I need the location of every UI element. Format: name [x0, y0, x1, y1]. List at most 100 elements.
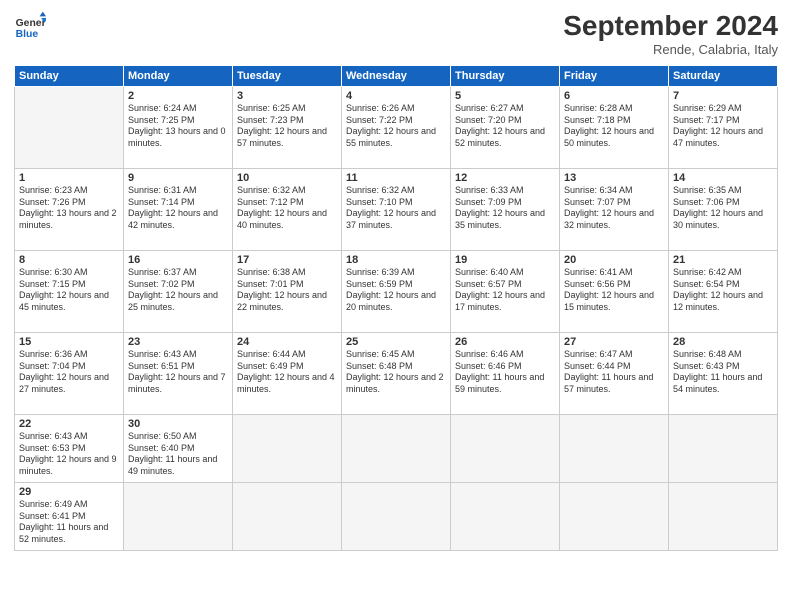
calendar-cell: 7 Sunrise: 6:29 AM Sunset: 7:17 PM Dayli… [669, 87, 778, 169]
day-info: Sunrise: 6:38 AM Sunset: 7:01 PM Dayligh… [237, 267, 337, 314]
calendar-table: Sunday Monday Tuesday Wednesday Thursday… [14, 65, 778, 551]
day-info: Sunrise: 6:32 AM Sunset: 7:10 PM Dayligh… [346, 185, 446, 232]
day-info: Sunrise: 6:36 AM Sunset: 7:04 PM Dayligh… [19, 349, 119, 396]
day-info: Sunrise: 6:34 AM Sunset: 7:07 PM Dayligh… [564, 185, 664, 232]
day-info: Sunrise: 6:50 AM Sunset: 6:40 PM Dayligh… [128, 431, 228, 478]
day-number: 10 [237, 172, 337, 184]
col-thursday: Thursday [451, 66, 560, 87]
calendar-cell: 24 Sunrise: 6:44 AM Sunset: 6:49 PM Dayl… [233, 333, 342, 415]
calendar-cell: 16 Sunrise: 6:37 AM Sunset: 7:02 PM Dayl… [124, 251, 233, 333]
calendar-cell [560, 483, 669, 551]
day-number: 11 [346, 172, 446, 184]
calendar-cell: 4 Sunrise: 6:26 AM Sunset: 7:22 PM Dayli… [342, 87, 451, 169]
logo: General Blue [14, 10, 50, 42]
calendar-cell [451, 415, 560, 483]
calendar-cell: 25 Sunrise: 6:45 AM Sunset: 6:48 PM Dayl… [342, 333, 451, 415]
day-number: 4 [346, 90, 446, 102]
calendar-cell: 30 Sunrise: 6:50 AM Sunset: 6:40 PM Dayl… [124, 415, 233, 483]
day-info: Sunrise: 6:49 AM Sunset: 6:41 PM Dayligh… [19, 499, 119, 546]
calendar-header-row: Sunday Monday Tuesday Wednesday Thursday… [15, 66, 778, 87]
calendar-cell [124, 483, 233, 551]
day-info: Sunrise: 6:44 AM Sunset: 6:49 PM Dayligh… [237, 349, 337, 396]
calendar-cell [669, 483, 778, 551]
location-subtitle: Rende, Calabria, Italy [563, 42, 778, 57]
calendar-cell: 29 Sunrise: 6:49 AM Sunset: 6:41 PM Dayl… [15, 483, 124, 551]
day-info: Sunrise: 6:29 AM Sunset: 7:17 PM Dayligh… [673, 103, 773, 150]
calendar-cell [233, 483, 342, 551]
col-wednesday: Wednesday [342, 66, 451, 87]
day-info: Sunrise: 6:48 AM Sunset: 6:43 PM Dayligh… [673, 349, 773, 396]
day-number: 8 [19, 254, 119, 266]
calendar-cell [451, 483, 560, 551]
calendar-cell: 6 Sunrise: 6:28 AM Sunset: 7:18 PM Dayli… [560, 87, 669, 169]
day-info: Sunrise: 6:40 AM Sunset: 6:57 PM Dayligh… [455, 267, 555, 314]
day-number: 22 [19, 418, 119, 430]
day-info: Sunrise: 6:37 AM Sunset: 7:02 PM Dayligh… [128, 267, 228, 314]
calendar-cell [233, 415, 342, 483]
calendar-cell [15, 87, 124, 169]
svg-text:Blue: Blue [16, 29, 39, 40]
day-number: 9 [128, 172, 228, 184]
day-number: 23 [128, 336, 228, 348]
day-number: 30 [128, 418, 228, 430]
calendar-cell: 10 Sunrise: 6:32 AM Sunset: 7:12 PM Dayl… [233, 169, 342, 251]
day-number: 26 [455, 336, 555, 348]
calendar-cell: 15 Sunrise: 6:36 AM Sunset: 7:04 PM Dayl… [15, 333, 124, 415]
day-info: Sunrise: 6:27 AM Sunset: 7:20 PM Dayligh… [455, 103, 555, 150]
day-info: Sunrise: 6:42 AM Sunset: 6:54 PM Dayligh… [673, 267, 773, 314]
col-tuesday: Tuesday [233, 66, 342, 87]
day-info: Sunrise: 6:45 AM Sunset: 6:48 PM Dayligh… [346, 349, 446, 396]
calendar-cell: 23 Sunrise: 6:43 AM Sunset: 6:51 PM Dayl… [124, 333, 233, 415]
day-info: Sunrise: 6:26 AM Sunset: 7:22 PM Dayligh… [346, 103, 446, 150]
day-number: 3 [237, 90, 337, 102]
day-number: 15 [19, 336, 119, 348]
day-number: 17 [237, 254, 337, 266]
day-number: 29 [19, 486, 119, 498]
calendar-cell: 5 Sunrise: 6:27 AM Sunset: 7:20 PM Dayli… [451, 87, 560, 169]
day-number: 12 [455, 172, 555, 184]
day-info: Sunrise: 6:47 AM Sunset: 6:44 PM Dayligh… [564, 349, 664, 396]
calendar-cell: 17 Sunrise: 6:38 AM Sunset: 7:01 PM Dayl… [233, 251, 342, 333]
day-number: 20 [564, 254, 664, 266]
day-number: 28 [673, 336, 773, 348]
day-info: Sunrise: 6:43 AM Sunset: 6:53 PM Dayligh… [19, 431, 119, 478]
day-info: Sunrise: 6:41 AM Sunset: 6:56 PM Dayligh… [564, 267, 664, 314]
svg-text:General: General [16, 18, 46, 29]
day-info: Sunrise: 6:30 AM Sunset: 7:15 PM Dayligh… [19, 267, 119, 314]
calendar-cell: 19 Sunrise: 6:40 AM Sunset: 6:57 PM Dayl… [451, 251, 560, 333]
calendar-cell: 26 Sunrise: 6:46 AM Sunset: 6:46 PM Dayl… [451, 333, 560, 415]
day-number: 24 [237, 336, 337, 348]
col-sunday: Sunday [15, 66, 124, 87]
month-year-title: September 2024 [563, 10, 778, 42]
calendar-cell: 12 Sunrise: 6:33 AM Sunset: 7:09 PM Dayl… [451, 169, 560, 251]
day-number: 19 [455, 254, 555, 266]
calendar-cell: 22 Sunrise: 6:43 AM Sunset: 6:53 PM Dayl… [15, 415, 124, 483]
calendar-cell: 2 Sunrise: 6:24 AM Sunset: 7:25 PM Dayli… [124, 87, 233, 169]
day-number: 1 [19, 172, 119, 184]
day-info: Sunrise: 6:28 AM Sunset: 7:18 PM Dayligh… [564, 103, 664, 150]
day-number: 16 [128, 254, 228, 266]
day-info: Sunrise: 6:25 AM Sunset: 7:23 PM Dayligh… [237, 103, 337, 150]
calendar-cell: 8 Sunrise: 6:30 AM Sunset: 7:15 PM Dayli… [15, 251, 124, 333]
day-number: 25 [346, 336, 446, 348]
day-info: Sunrise: 6:43 AM Sunset: 6:51 PM Dayligh… [128, 349, 228, 396]
day-number: 2 [128, 90, 228, 102]
title-block: September 2024 Rende, Calabria, Italy [563, 10, 778, 57]
calendar-cell [669, 415, 778, 483]
calendar-cell: 28 Sunrise: 6:48 AM Sunset: 6:43 PM Dayl… [669, 333, 778, 415]
day-number: 5 [455, 90, 555, 102]
day-info: Sunrise: 6:23 AM Sunset: 7:26 PM Dayligh… [19, 185, 119, 232]
col-saturday: Saturday [669, 66, 778, 87]
calendar-cell: 9 Sunrise: 6:31 AM Sunset: 7:14 PM Dayli… [124, 169, 233, 251]
day-info: Sunrise: 6:24 AM Sunset: 7:25 PM Dayligh… [128, 103, 228, 150]
day-info: Sunrise: 6:33 AM Sunset: 7:09 PM Dayligh… [455, 185, 555, 232]
day-number: 27 [564, 336, 664, 348]
calendar-cell: 18 Sunrise: 6:39 AM Sunset: 6:59 PM Dayl… [342, 251, 451, 333]
calendar-cell: 27 Sunrise: 6:47 AM Sunset: 6:44 PM Dayl… [560, 333, 669, 415]
col-monday: Monday [124, 66, 233, 87]
day-number: 18 [346, 254, 446, 266]
day-number: 13 [564, 172, 664, 184]
logo-icon: General Blue [14, 10, 46, 42]
day-info: Sunrise: 6:39 AM Sunset: 6:59 PM Dayligh… [346, 267, 446, 314]
calendar-cell: 21 Sunrise: 6:42 AM Sunset: 6:54 PM Dayl… [669, 251, 778, 333]
